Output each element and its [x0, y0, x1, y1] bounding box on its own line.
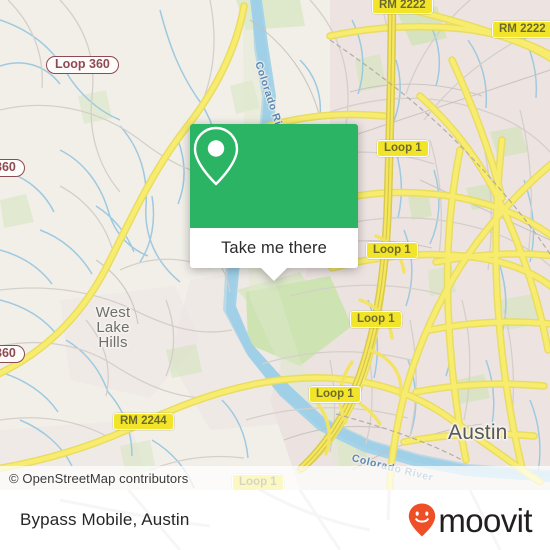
moovit-logo[interactable]: moovit [407, 501, 533, 539]
footer-bar: Bypass Mobile, Austin moovit [0, 490, 550, 550]
moovit-map-screenshot: Austin West Lake Hills Colorado River Co… [0, 0, 550, 550]
location-title: Bypass Mobile, Austin [20, 510, 190, 529]
take-me-there-button[interactable]: Take me there [221, 239, 327, 258]
map-attribution-bar: © OpenStreetMap contributors [0, 466, 550, 490]
map-canvas[interactable]: Austin West Lake Hills Colorado River Co… [0, 0, 550, 490]
popup-card-image [190, 124, 358, 228]
moovit-smiley-pin-icon [409, 503, 436, 537]
moovit-wordmark: moovit [438, 501, 532, 539]
popup-card-footer[interactable]: Take me there [190, 228, 358, 281]
location-popup-card[interactable]: Take me there [190, 124, 358, 281]
footer-content: Bypass Mobile, Austin moovit [0, 490, 550, 550]
openstreetmap-attribution[interactable]: © OpenStreetMap contributors [0, 471, 188, 486]
location-pin-icon [193, 126, 239, 186]
popup-card-pointer [260, 267, 288, 281]
